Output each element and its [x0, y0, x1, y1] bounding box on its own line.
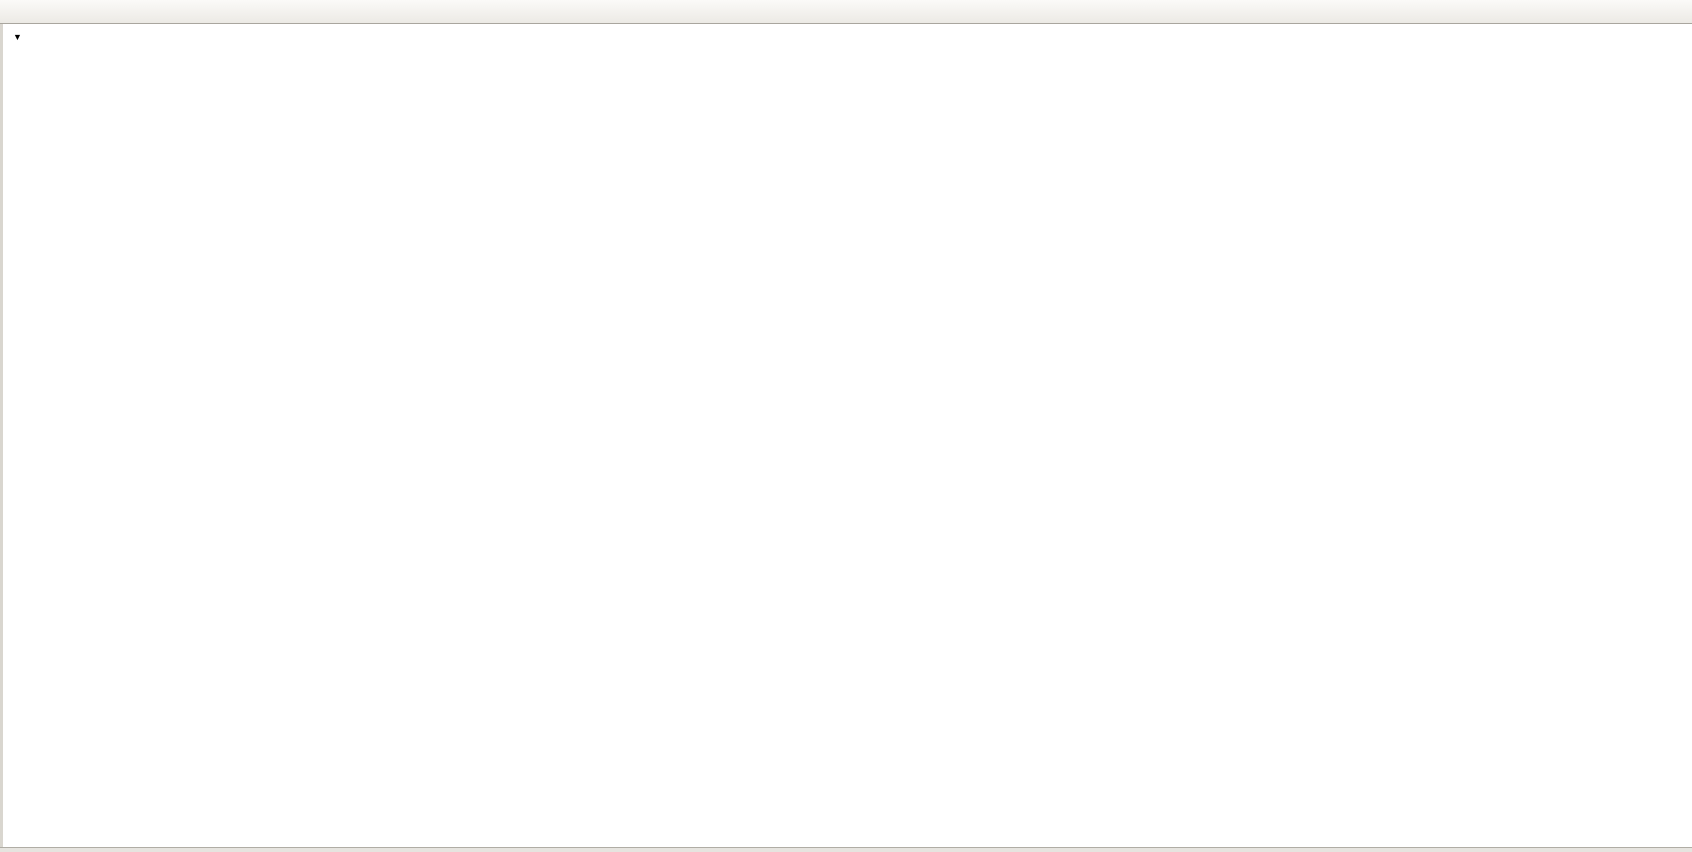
- window-bottom-edge: [0, 847, 1692, 852]
- mt4-window: ▼: [0, 0, 1692, 852]
- window-left-edge: [0, 24, 3, 852]
- chart-title: ▼: [13, 29, 26, 43]
- chart-canvas[interactable]: [0, 0, 1692, 852]
- toolbar: [0, 0, 1692, 24]
- symbol-dropdown-icon[interactable]: ▼: [13, 32, 22, 42]
